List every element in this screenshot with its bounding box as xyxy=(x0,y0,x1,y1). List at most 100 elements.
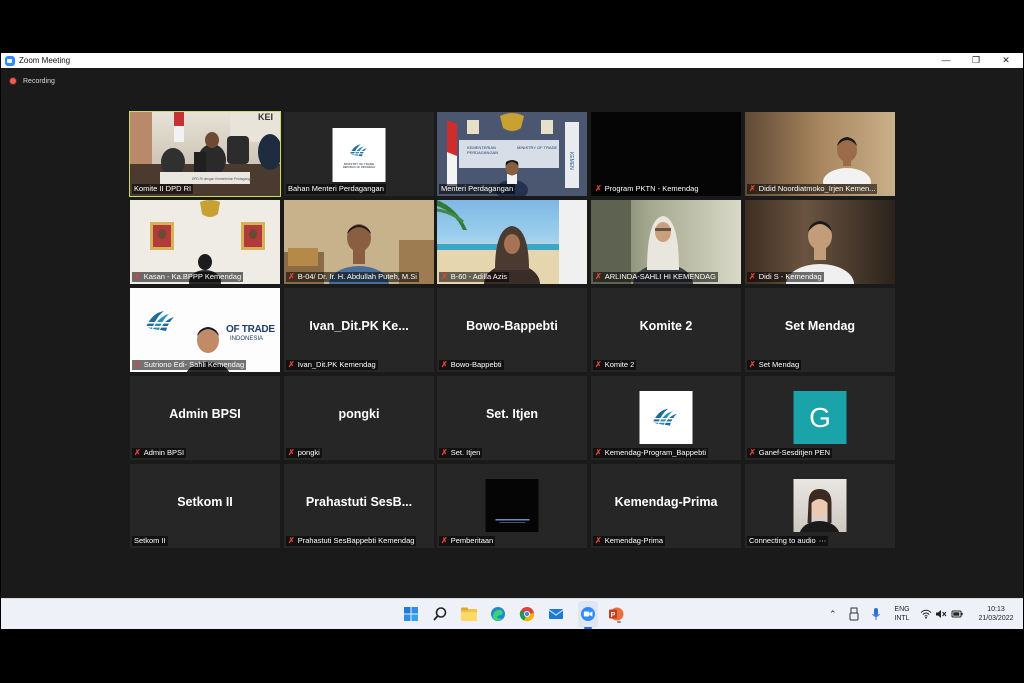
participant-tile[interactable]: Bowo-Bappebti ✗ Bowo-Bappebti xyxy=(437,288,587,372)
clock[interactable]: 10:13 21/03/2022 xyxy=(971,605,1021,623)
windows-start-icon[interactable] xyxy=(402,605,420,623)
participant-name: Bowo-Bappebti xyxy=(450,360,502,369)
taskbar: P ⌃ ENG INTL 10:13 21/03/2022 xyxy=(1,598,1023,629)
title-bar[interactable]: Zoom Meeting — ❐ ✕ xyxy=(1,53,1023,68)
participant-name: Pemberitaan xyxy=(450,536,494,545)
mic-muted-icon: ✗ xyxy=(595,448,602,457)
participant-tile[interactable]: OF TRADE INDONESIA ✗ Sutriono Edi- Sahli … xyxy=(130,288,280,372)
chevron-up-icon[interactable]: ⌃ xyxy=(829,610,837,619)
language-top: ENG xyxy=(894,606,910,613)
participant-name-label: ✗ Set Mendag xyxy=(747,360,802,370)
participant-name-label: Komite II DPD RI xyxy=(132,184,194,194)
search-icon[interactable] xyxy=(431,605,449,623)
participant-name: Kemendag-Program_Bappebti xyxy=(604,448,707,457)
participant-display-name: Bowo-Bappebti xyxy=(466,319,558,333)
mic-muted-icon: ✗ xyxy=(134,272,141,281)
participant-name-label: ✗ Admin BPSI xyxy=(132,448,187,458)
participant-tile[interactable]: Ivan_Dit.PK Ke... ✗ Ivan_Dit.PK Kemendag xyxy=(284,288,434,372)
participant-name: Ganef-Sesditjen PEN xyxy=(758,448,830,457)
chrome-icon[interactable] xyxy=(518,605,536,623)
profile-photo xyxy=(793,479,847,532)
close-button[interactable]: ✕ xyxy=(991,53,1021,68)
zoom-icon[interactable] xyxy=(579,605,597,623)
mic-muted-icon: ✗ xyxy=(288,272,295,281)
participant-name: Komite 2 xyxy=(604,360,635,369)
usb-icon[interactable] xyxy=(847,606,861,622)
recording-indicator[interactable]: Recording xyxy=(9,77,55,85)
speaker-muted-icon[interactable] xyxy=(934,606,948,622)
participant-tile[interactable]: KEMENTERIAN PERDAGANGAN MINISTRY OF TRAD… xyxy=(437,112,587,196)
clock-time: 10:13 xyxy=(987,606,1005,613)
mic-muted-icon: ✗ xyxy=(288,448,295,457)
participant-tile[interactable]: ✗ Didi S - Kemendag xyxy=(745,200,895,284)
participant-tile[interactable]: ✗ Pemberitaan xyxy=(437,464,587,548)
participant-tile[interactable]: ✗ Kemendag-Program_Bappebti xyxy=(591,376,741,460)
avatar-letter: G xyxy=(793,391,847,444)
participant-tile[interactable]: ✗ B-60 - Adilla Azis xyxy=(437,200,587,284)
mic-muted-icon: ✗ xyxy=(441,536,448,545)
participant-tile-active-speaker[interactable]: KEI DPD RI dengan Kementerian Perdaganga… xyxy=(129,111,281,197)
language-indicator[interactable]: ENG INTL xyxy=(891,605,913,623)
participant-name-label: ✗ Bowo-Bappebti xyxy=(439,360,504,370)
participant-tile[interactable]: ✗ B-04/ Dr. Ir. H. Abdullah Puteh, M.Si xyxy=(284,200,434,284)
participant-name: Kasan - Ka.BPPP Kemendag xyxy=(143,272,242,281)
participant-name-label: ✗ Program PKTN - Kemendag xyxy=(593,184,701,194)
mic-muted-icon: ✗ xyxy=(595,272,602,281)
participant-tile[interactable]: ✗ Program PKTN - Kemendag xyxy=(591,112,741,196)
restore-button[interactable]: ❐ xyxy=(961,53,991,68)
participant-display-name: Ivan_Dit.PK Ke... xyxy=(309,319,409,333)
participant-tile[interactable]: ✗ Kasan - Ka.BPPP Kemendag xyxy=(130,200,280,284)
participant-tile[interactable]: Prahastuti SesB... ✗ Prahastuti SesBappebt… xyxy=(284,464,434,548)
participant-tile[interactable]: Set. Itjen ✗ Set. Itjen xyxy=(437,376,587,460)
participant-tile[interactable]: Admin BPSI ✗ Admin BPSI xyxy=(130,376,280,460)
participant-display-name: Set Mendag xyxy=(784,319,856,333)
participant-tile[interactable]: ✗ Didid Noordiatmoko_Irjen Kemen... xyxy=(745,112,895,196)
microphone-icon[interactable] xyxy=(869,606,883,622)
participant-name: Kemendag-Prima xyxy=(604,536,664,545)
participant-name: Prahastuti SesBappebti Kemendag xyxy=(297,536,415,545)
participant-tile[interactable]: Set Mendag ✗ Set Mendag xyxy=(745,288,895,372)
edge-icon[interactable] xyxy=(489,605,507,623)
mic-muted-icon: ✗ xyxy=(749,448,756,457)
logo-subcaption: REPUBLIC OF INDONESIA xyxy=(342,165,376,169)
mic-muted-icon: ✗ xyxy=(595,360,602,369)
participant-name-label: Setkom II xyxy=(132,536,168,546)
mic-muted-icon: ✗ xyxy=(595,536,602,545)
banner-subtext: INDONESIA xyxy=(230,336,264,342)
battery-icon[interactable] xyxy=(950,606,964,622)
file-explorer-icon[interactable] xyxy=(460,605,478,623)
participant-name-label: ✗ Komite 2 xyxy=(593,360,637,370)
participant-name-label: Bahan Menteri Perdagangan xyxy=(286,184,386,194)
participant-tile[interactable]: pongki ✗ pongki xyxy=(284,376,434,460)
participant-name: Komite II DPD RI xyxy=(134,184,192,193)
record-icon xyxy=(9,77,17,85)
mic-muted-icon: ✗ xyxy=(595,184,602,193)
participant-name: Set. Itjen xyxy=(450,448,481,457)
program-bappebti-avatar xyxy=(639,391,693,444)
participant-name-label: ✗ Kemendag-Program_Bappebti xyxy=(593,448,709,458)
participant-name: Bahan Menteri Perdagangan xyxy=(288,184,384,193)
powerpoint-icon[interactable]: P xyxy=(607,605,625,623)
pemberitaan-avatar xyxy=(485,479,539,532)
participant-tile[interactable]: Setkom II Setkom II xyxy=(130,464,280,548)
svg-text:KEMEN: KEMEN xyxy=(568,152,574,170)
participant-tile[interactable]: G ✗ Ganef-Sesditjen PEN xyxy=(745,376,895,460)
mail-icon[interactable] xyxy=(547,605,565,623)
mic-muted-icon: ✗ xyxy=(441,360,448,369)
participant-name: Admin BPSI xyxy=(143,448,185,457)
participant-tile[interactable]: MINISTRY OF TRADE REPUBLIC OF INDONESIA … xyxy=(284,112,434,196)
wifi-icon[interactable] xyxy=(919,606,933,622)
participant-tile[interactable]: Connecting to audio ⋯ xyxy=(745,464,895,548)
participant-tile[interactable]: ✗ ARLINDA-SAHLI HI KEMENDAG xyxy=(591,200,741,284)
mic-muted-icon: ✗ xyxy=(441,448,448,457)
window-title: Zoom Meeting xyxy=(19,56,71,65)
mic-muted-icon: ✗ xyxy=(134,360,141,369)
participant-tile[interactable]: Kemendag-Prima ✗ Kemendag-Prima xyxy=(591,464,741,548)
participant-name: Set Mendag xyxy=(758,360,800,369)
mic-muted-icon: ✗ xyxy=(134,448,141,457)
svg-text:MINISTRY OF TRADE: MINISTRY OF TRADE xyxy=(517,145,558,150)
participant-name: Setkom II xyxy=(134,536,166,545)
participant-tile[interactable]: Komite 2 ✗ Komite 2 xyxy=(591,288,741,372)
minimize-button[interactable]: — xyxy=(931,53,961,68)
participant-name-label: ✗ pongki xyxy=(286,448,322,458)
